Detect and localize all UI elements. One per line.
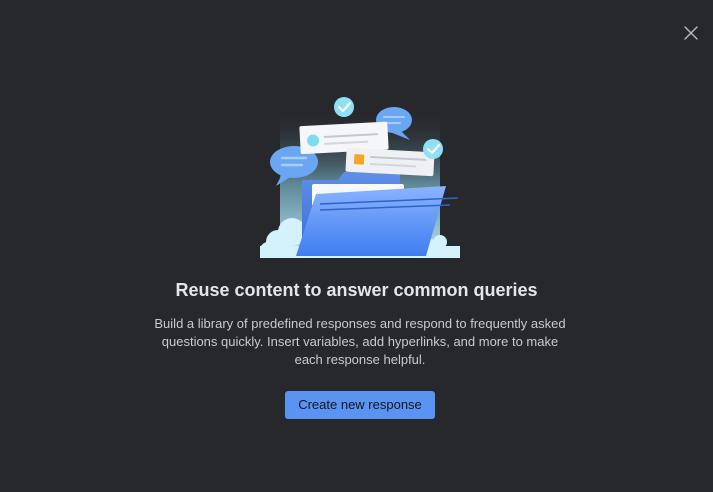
empty-state-title: Reuse content to answer common queries [175,280,538,300]
check-badge-top-icon [334,97,354,117]
empty-state-dialog: Reuse content to answer common queries B… [0,0,713,492]
folder-illustration [260,97,460,258]
folder-front [296,186,446,256]
empty-state-description: Build a library of predefined responses … [154,316,566,367]
create-new-response-button[interactable]: Create new response [285,391,435,419]
check-badge-right-icon [423,139,443,159]
close-icon [684,26,698,40]
response-card-middle [345,147,435,177]
close-button[interactable] [682,24,700,42]
